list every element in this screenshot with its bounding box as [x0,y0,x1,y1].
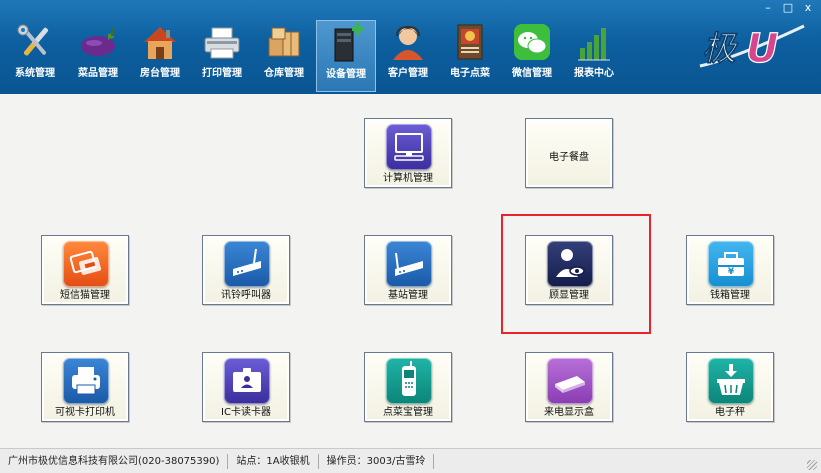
top-toolbar: – □ x 系统管理 菜品管理 房台管理 打印管理 仓库管理 设备管理 客户管理… [0,0,821,94]
toolbar-system-button[interactable]: 系统管理 [8,22,62,86]
toolbar-label: 仓库管理 [264,68,304,79]
svg-text:极: 极 [702,29,739,69]
electronic-scale-tile[interactable]: 电子秤 [686,352,774,422]
toolbar-reports-button[interactable]: 报表中心 [568,22,620,86]
status-bar: 广州市极优信息科技有限公司(020-38075390) 站点：1A收银机 操作员… [0,448,821,473]
maximize-button[interactable]: □ [781,1,795,15]
toolbar-rooms-button[interactable]: 房台管理 [134,22,186,86]
tile-label: 电子秤 [715,407,745,418]
caller-id-box-icon [547,358,593,404]
tile-label: 点菜宝管理 [383,407,433,418]
toolbar-label: 报表中心 [574,68,614,79]
customer-icon [388,22,428,62]
window-controls: – □ x [761,1,815,15]
resize-grip[interactable] [807,460,817,470]
printer-icon [202,22,242,62]
ic-card-reader-tile[interactable]: IC卡读卡器 [202,352,290,422]
toolbar-wechat-button[interactable]: 微信管理 [506,22,558,86]
toolbar-storage-button[interactable]: 仓库管理 [258,22,310,86]
card-printer-icon [63,358,109,404]
router-icon [224,241,270,287]
toolbar-print-button[interactable]: 打印管理 [196,22,248,86]
ordering-device-tile[interactable]: 点菜宝管理 [364,352,452,422]
tile-label: 讯铃呼叫器 [221,290,271,301]
toolbar-label: 设备管理 [326,69,366,80]
wechat-icon [512,22,552,62]
toolbar-devices-button[interactable]: 设备管理 [316,20,376,92]
svg-text:U: U [746,26,778,72]
tile-label: 基站管理 [388,290,428,301]
toolbar-label: 微信管理 [512,68,552,79]
toolbar-label: 打印管理 [202,68,242,79]
svg-text:¥: ¥ [728,267,735,277]
computer-management-tile[interactable]: 计算机管理 [364,118,452,188]
toolbar-label: 客户管理 [388,68,428,79]
toolbar-label: 房台管理 [140,68,180,79]
sms-card-icon [63,241,109,287]
picture-menu-icon [450,22,490,62]
tile-label: 电子餐盘 [549,152,589,163]
wrench-screwdriver-icon [15,22,55,62]
close-button[interactable]: x [801,1,815,15]
toolbar-dishes-button[interactable]: 菜品管理 [72,22,124,86]
tile-label: 来电显示盒 [544,407,594,418]
highlight-box [501,214,651,334]
boxes-icon [264,22,304,62]
base-station-tile[interactable]: 基站管理 [364,235,452,305]
brand-logo: 极 U [696,22,808,73]
station-info: 站点：1A收银机 [228,453,319,469]
handheld-icon [386,358,432,404]
tile-label: 可视卡打印机 [55,407,115,418]
id-card-icon [224,358,270,404]
tile-label: IC卡读卡器 [221,407,271,418]
toolbar-customer-button[interactable]: 客户管理 [382,22,434,86]
company-info: 广州市极优信息科技有限公司(020-38075390) [0,453,229,469]
bar-chart-icon [574,22,614,62]
server-add-icon [326,23,366,63]
tile-label: 短信猫管理 [60,290,110,301]
cash-box-icon: ¥ [708,241,754,287]
operator-info: 操作员：3003/古雪玲 [319,453,435,469]
house-icon [140,22,180,62]
pager-tile[interactable]: 讯铃呼叫器 [202,235,290,305]
scale-basket-icon [708,358,754,404]
cash-box-tile[interactable]: ¥ 钱箱管理 [686,235,774,305]
toolbar-label: 电子点菜 [450,68,490,79]
toolbar-emenu-button[interactable]: 电子点菜 [444,22,496,86]
tile-label: 钱箱管理 [710,290,750,301]
toolbar-label: 菜品管理 [78,68,118,79]
toolbar-label: 系统管理 [15,68,55,79]
base-station-icon [386,241,432,287]
card-printer-tile[interactable]: 可视卡打印机 [41,352,129,422]
tile-label: 计算机管理 [383,173,433,184]
sms-modem-tile[interactable]: 短信猫管理 [41,235,129,305]
monitor-icon [386,124,432,170]
caller-id-box-tile[interactable]: 来电显示盒 [525,352,613,422]
eggplant-icon [78,22,118,62]
minimize-button[interactable]: – [761,1,775,15]
electronic-plate-tile[interactable]: 电子餐盘 [525,118,613,188]
